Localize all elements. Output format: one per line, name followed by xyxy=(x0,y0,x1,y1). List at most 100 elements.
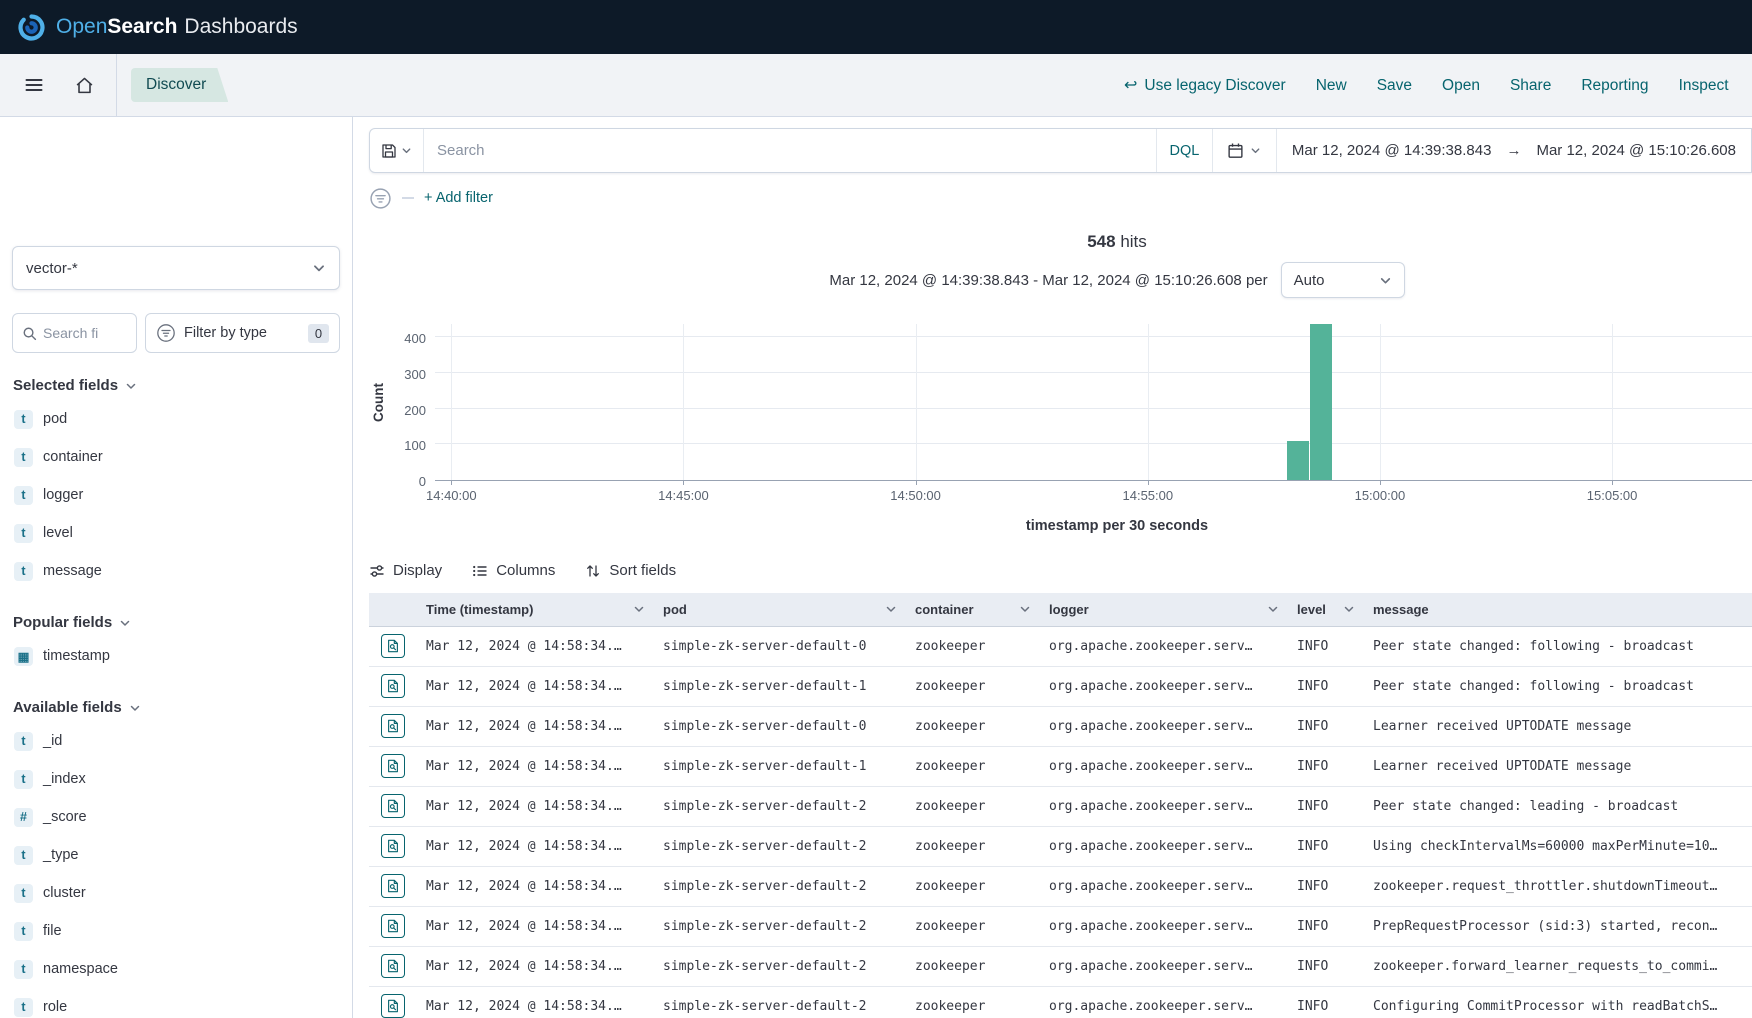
section-title-available-fields[interactable]: Available fields xyxy=(0,699,352,716)
search-box[interactable] xyxy=(424,129,1156,172)
field-item-_type[interactable]: t_type xyxy=(0,836,352,874)
document-magnify-icon xyxy=(386,999,400,1013)
field-item-namespace[interactable]: tnamespace xyxy=(0,950,352,988)
table-row: Mar 12, 2024 @ 14:58:34.…simple-zk-serve… xyxy=(369,986,1752,1018)
field-item-_index[interactable]: t_index xyxy=(0,760,352,798)
cell-message: Learner received UPTODATE message xyxy=(1364,706,1752,746)
field-item-logger[interactable]: tlogger xyxy=(0,476,352,514)
arrow-right-icon: → xyxy=(1506,142,1521,159)
field-name: _score xyxy=(43,809,87,825)
filter-icon xyxy=(156,323,176,343)
field-item-role[interactable]: trole xyxy=(0,988,352,1018)
filter-circle-icon[interactable] xyxy=(369,187,392,210)
field-item-pod[interactable]: tpod xyxy=(0,400,352,438)
section-title-popular-fields[interactable]: Popular fields xyxy=(0,614,352,631)
cell-time: Mar 12, 2024 @ 14:58:34.… xyxy=(417,706,654,746)
query-language-button[interactable]: DQL xyxy=(1156,129,1212,172)
table-row: Mar 12, 2024 @ 14:58:34.…simple-zk-serve… xyxy=(369,866,1752,906)
inspect-document-button[interactable] xyxy=(381,954,405,978)
cell-logger: org.apache.zookeeper.serv… xyxy=(1040,666,1288,706)
gridline-horizontal xyxy=(435,336,1752,337)
toolbar-action-new[interactable]: New xyxy=(1316,77,1347,95)
inspect-document-button[interactable] xyxy=(381,674,405,698)
columns-button[interactable]: Columns xyxy=(472,562,555,579)
y-tick-label: 100 xyxy=(404,438,426,453)
time-range-end[interactable]: Mar 12, 2024 @ 15:10:26.608 xyxy=(1536,142,1736,159)
cell-logger: org.apache.zookeeper.serv… xyxy=(1040,986,1288,1018)
breadcrumb[interactable]: Discover xyxy=(131,68,228,102)
inspect-document-button[interactable] xyxy=(381,754,405,778)
inspect-document-button[interactable] xyxy=(381,714,405,738)
add-filter-button[interactable]: + Add filter xyxy=(424,190,493,206)
sort-fields-button[interactable]: Sort fields xyxy=(585,562,676,579)
save-icon xyxy=(381,143,397,159)
document-magnify-icon xyxy=(386,839,400,853)
home-button[interactable] xyxy=(66,67,102,103)
histogram-bar[interactable] xyxy=(1310,324,1332,480)
inspect-document-button[interactable] xyxy=(381,834,405,858)
cell-level: INFO xyxy=(1288,986,1364,1018)
cell-logger: org.apache.zookeeper.serv… xyxy=(1040,626,1288,666)
column-header-time-timestamp-[interactable]: Time (timestamp) xyxy=(417,593,654,626)
opensearch-logo-icon xyxy=(18,14,45,41)
string-type-icon: t xyxy=(14,770,33,789)
document-magnify-icon xyxy=(386,759,400,773)
chevron-down-icon xyxy=(401,145,412,156)
inspect-document-button[interactable] xyxy=(381,634,405,658)
column-header-level[interactable]: level xyxy=(1288,593,1364,626)
interval-select[interactable]: Auto xyxy=(1281,262,1405,298)
table-row: Mar 12, 2024 @ 14:58:34.…simple-zk-serve… xyxy=(369,906,1752,946)
toolbar-action-save[interactable]: Save xyxy=(1377,77,1412,95)
toolbar-action-reporting[interactable]: Reporting xyxy=(1581,77,1648,95)
cell-time: Mar 12, 2024 @ 14:58:34.… xyxy=(417,666,654,706)
field-item-container[interactable]: tcontainer xyxy=(0,438,352,476)
column-header-logger[interactable]: logger xyxy=(1040,593,1288,626)
inspect-document-button[interactable] xyxy=(381,874,405,898)
x-tick-label: 15:05:00 xyxy=(1587,488,1638,503)
display-button[interactable]: Display xyxy=(369,562,442,579)
field-item-_score[interactable]: #_score xyxy=(0,798,352,836)
toolbar-action-open[interactable]: Open xyxy=(1442,77,1480,95)
cell-time: Mar 12, 2024 @ 14:58:34.… xyxy=(417,626,654,666)
saved-query-button[interactable] xyxy=(370,129,424,172)
section-title-selected-fields[interactable]: Selected fields xyxy=(0,377,352,394)
column-header-pod[interactable]: pod xyxy=(654,593,906,626)
date-picker-button[interactable] xyxy=(1212,129,1276,172)
toolbar-action-use-legacy-discover[interactable]: ↩Use legacy Discover xyxy=(1124,77,1286,95)
toolbar-action-inspect[interactable]: Inspect xyxy=(1679,77,1729,95)
tick-mark xyxy=(1380,480,1381,485)
document-magnify-icon xyxy=(386,879,400,893)
filter-by-type-button[interactable]: Filter by type 0 xyxy=(145,313,340,353)
column-header-message[interactable]: message xyxy=(1364,593,1752,626)
inspect-document-button[interactable] xyxy=(381,794,405,818)
histogram-bar[interactable] xyxy=(1287,441,1309,480)
cell-expand xyxy=(369,826,417,866)
inspect-document-button[interactable] xyxy=(381,914,405,938)
field-item-_id[interactable]: t_id xyxy=(0,722,352,760)
x-tick-label: 14:55:00 xyxy=(1122,488,1173,503)
cell-level: INFO xyxy=(1288,946,1364,986)
table-row: Mar 12, 2024 @ 14:58:34.…simple-zk-serve… xyxy=(369,666,1752,706)
time-range-start[interactable]: Mar 12, 2024 @ 14:39:38.843 xyxy=(1292,142,1492,159)
calendar-icon xyxy=(1227,142,1244,159)
string-type-icon: t xyxy=(14,448,33,467)
gridline-horizontal xyxy=(435,408,1752,409)
field-item-timestamp[interactable]: ▦timestamp xyxy=(0,637,352,675)
field-search[interactable] xyxy=(12,313,137,353)
divider xyxy=(402,197,414,199)
column-header-container[interactable]: container xyxy=(906,593,1040,626)
cell-level: INFO xyxy=(1288,626,1364,666)
cell-expand xyxy=(369,746,417,786)
field-item-message[interactable]: tmessage xyxy=(0,552,352,590)
menu-button[interactable] xyxy=(16,67,52,103)
field-item-cluster[interactable]: tcluster xyxy=(0,874,352,912)
field-item-level[interactable]: tlevel xyxy=(0,514,352,552)
cell-message: Using checkIntervalMs=60000 maxPerMinute… xyxy=(1364,826,1752,866)
search-input[interactable] xyxy=(437,142,1143,159)
field-item-file[interactable]: tfile xyxy=(0,912,352,950)
inspect-document-button[interactable] xyxy=(381,994,405,1018)
field-search-input[interactable] xyxy=(43,325,123,341)
toolbar-action-share[interactable]: Share xyxy=(1510,77,1551,95)
cell-level: INFO xyxy=(1288,746,1364,786)
index-pattern-select[interactable]: vector-* xyxy=(12,246,340,290)
